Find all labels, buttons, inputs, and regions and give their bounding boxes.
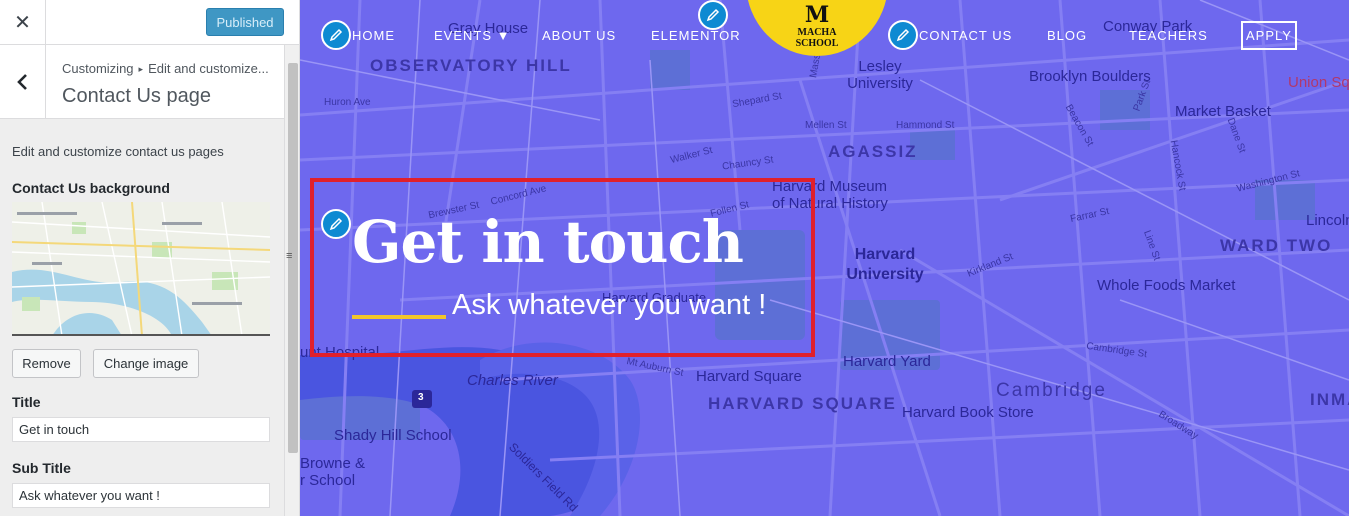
route-badge: 3 [418, 392, 424, 403]
nav-blog[interactable]: BLOG [1047, 28, 1087, 43]
map-label: INMA [1310, 390, 1349, 409]
subtitle-input[interactable] [12, 483, 270, 508]
map-label: WARD TWO [1220, 236, 1333, 255]
pencil-icon [329, 28, 343, 42]
breadcrumb-item: Customizing [62, 61, 134, 76]
map-label: Whole Foods Market [1097, 277, 1236, 294]
map-label: Huron Ave [324, 97, 371, 108]
map-label: Hammond St [896, 120, 955, 131]
map-label: Mellen St [805, 120, 847, 131]
breadcrumb-item: Edit and customize... [148, 61, 269, 76]
site-preview: OBSERVATORY HILL AGASSIZ HARVARD SQUARE … [300, 0, 1349, 516]
title-label: Title [12, 394, 41, 410]
close-customizer-button[interactable]: ✕ [0, 0, 46, 45]
section-header: Customizing ▸ Edit and customize... Contac… [0, 45, 284, 119]
map-label: Harvard Square [696, 368, 802, 385]
back-button[interactable] [0, 45, 46, 118]
map-label: AGASSIZ [828, 142, 918, 161]
nav-events[interactable]: EVENTS ▼ [434, 28, 511, 43]
hero-title: Get in touch [352, 208, 744, 276]
map-label: HARVARD SQUARE [708, 394, 897, 413]
map-label: Shady Hill School [334, 427, 452, 444]
map-label: Cambridge [996, 380, 1107, 401]
close-icon: ✕ [14, 12, 31, 34]
pencil-icon [896, 28, 910, 42]
map-label: Harvard Yard [843, 353, 931, 370]
site-navigation: HOME EVENTS ▼ ABOUT US ELEMENTOR CONTACT… [300, 0, 1349, 70]
chevron-left-icon [16, 73, 27, 90]
map-label: Harvard Book Store [902, 404, 1034, 421]
map-label: Charles River [467, 372, 558, 389]
subtitle-label: Sub Title [12, 460, 71, 476]
nav-about[interactable]: ABOUT US [542, 28, 616, 43]
sidebar-scrollbar[interactable] [284, 45, 299, 516]
map-label: Union Sq [1288, 74, 1349, 91]
breadcrumb-separator: ▸ [138, 64, 144, 74]
apply-button[interactable]: APPLY [1241, 21, 1297, 50]
resize-grip-icon[interactable]: ≡ [286, 250, 292, 262]
map-thumbnail [12, 202, 270, 334]
title-input[interactable] [12, 417, 270, 442]
change-image-button[interactable]: Change image [93, 349, 199, 378]
map-label: Harvard University [846, 246, 924, 283]
section-title: Contact Us page [62, 85, 211, 107]
publish-button[interactable]: Published [206, 8, 284, 36]
map-label: Browne & [300, 455, 366, 472]
background-image-preview[interactable] [12, 202, 270, 336]
breadcrumb: Customizing ▸ Edit and customize... [62, 61, 269, 76]
edit-shortcut-button[interactable] [698, 0, 728, 30]
map-label: Brooklyn Boulders [1029, 68, 1151, 85]
section-controls: Edit and customize contact us pages Cont… [0, 119, 284, 516]
nav-elementor[interactable]: ELEMENTOR [651, 28, 741, 43]
remove-image-button[interactable]: Remove [12, 349, 81, 378]
edit-shortcut-button[interactable] [888, 20, 918, 50]
nav-home[interactable]: HOME [352, 28, 395, 43]
customizer-sidebar: ✕ Published Customizing ▸ Edit and customi… [0, 0, 300, 516]
hero-accent-line [352, 315, 446, 319]
nav-contact[interactable]: CONTACT US [919, 28, 1012, 43]
hero-subtitle: Ask whatever you want ! [452, 289, 767, 321]
section-description: Edit and customize contact us pages [12, 144, 224, 159]
nav-teachers[interactable]: TEACHERS [1129, 28, 1208, 43]
map-label: Lincoln [1306, 212, 1349, 229]
edit-shortcut-button[interactable] [321, 20, 351, 50]
pencil-icon [329, 217, 343, 231]
pencil-icon [706, 8, 720, 22]
edit-shortcut-button[interactable] [321, 209, 351, 239]
map-label: r School [300, 472, 356, 489]
customizer-header: ✕ Published [0, 0, 299, 45]
map-label: Market Basket [1175, 103, 1271, 120]
background-label: Contact Us background [12, 180, 170, 196]
